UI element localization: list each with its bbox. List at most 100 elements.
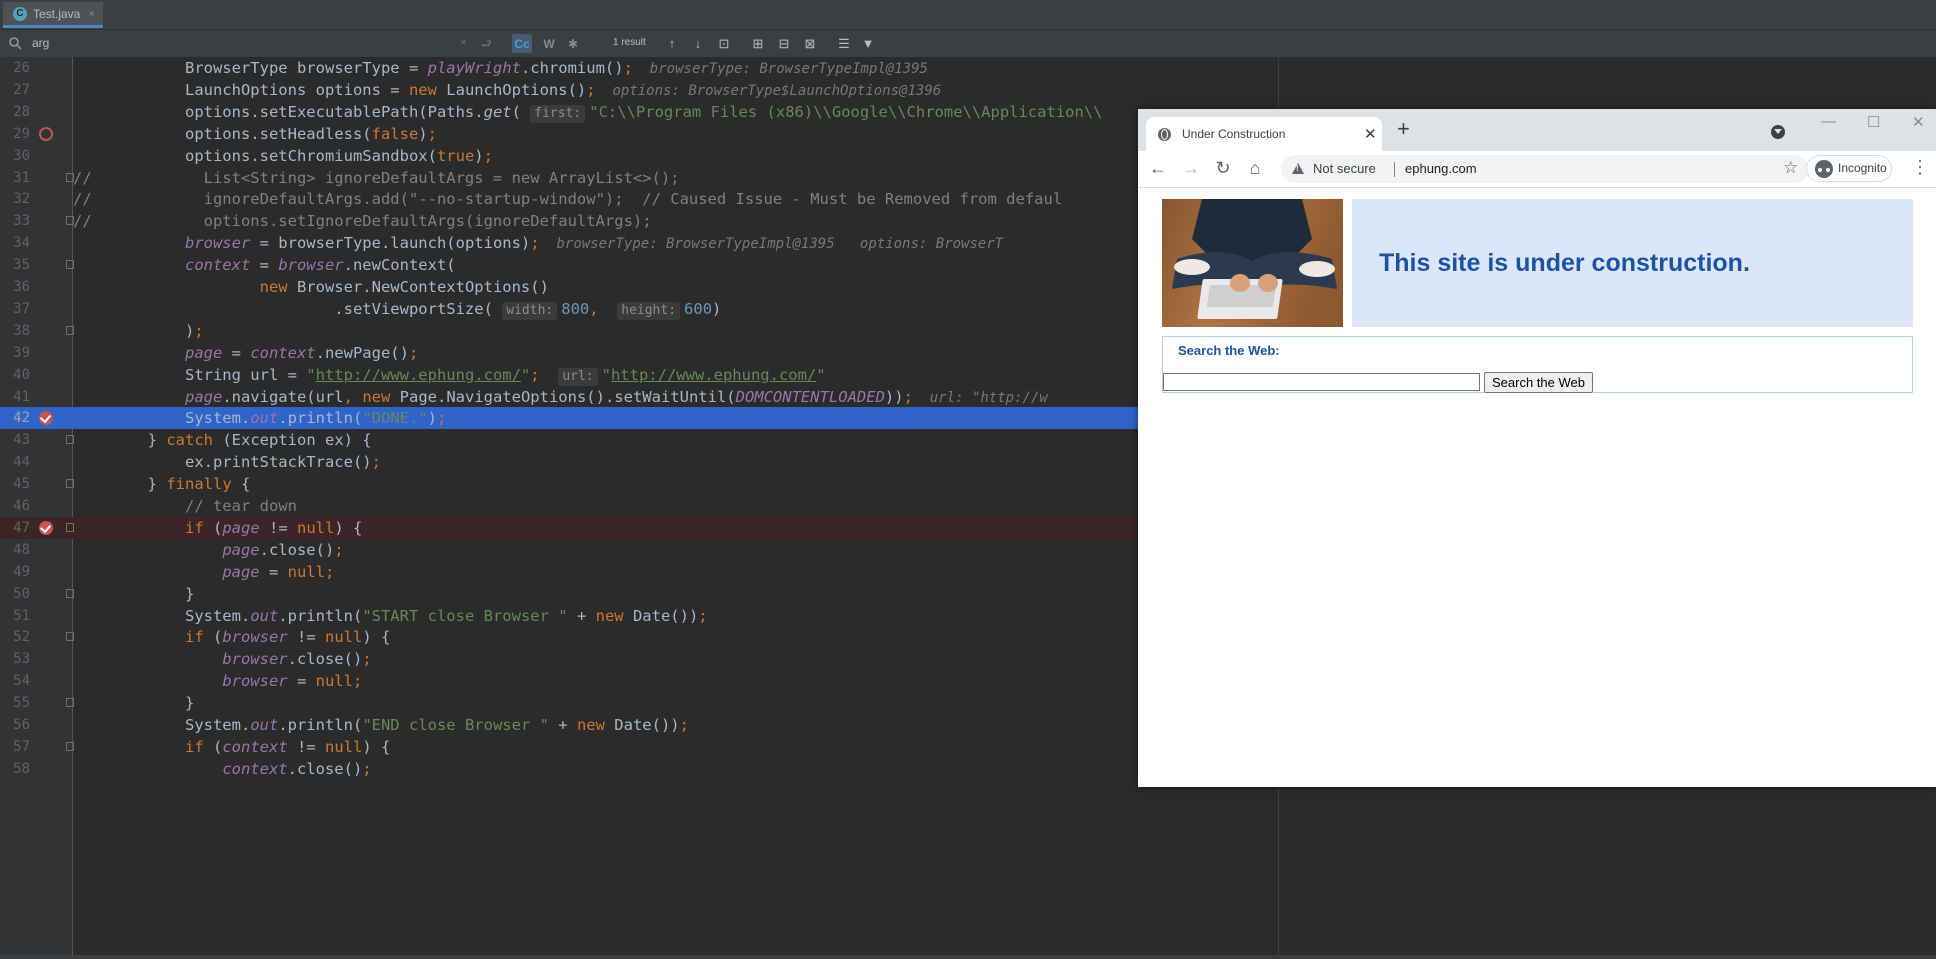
line-number: 45	[13, 476, 30, 493]
reload-button[interactable]: ↻	[1212, 157, 1234, 179]
breakpoint-icon[interactable]	[39, 126, 53, 141]
close-icon[interactable]: ×	[88, 8, 94, 20]
filter-icon[interactable]: ▼	[858, 34, 878, 53]
more-menu-icon[interactable]: ⋮	[1911, 157, 1929, 178]
page-heading: This site is under construction.	[1379, 249, 1750, 277]
address-bar[interactable]: Not secure ephung.com ☆	[1281, 155, 1809, 183]
previous-occurrence-icon[interactable]: ↑	[662, 34, 682, 53]
code-text: );	[73, 321, 204, 340]
line-number: 51	[13, 607, 30, 624]
home-button[interactable]: ⌂	[1244, 157, 1266, 179]
security-indicator[interactable]: Not secure	[1313, 161, 1376, 176]
code-text: if (browser != null) {	[184, 628, 391, 647]
editor-tab-bar: C Test.java ×	[0, 0, 1936, 30]
incognito-icon	[1815, 160, 1833, 178]
incognito-label: Incognito	[1838, 161, 1887, 175]
clear-search-icon[interactable]: ×	[460, 35, 467, 49]
search-input[interactable]	[1163, 373, 1480, 391]
code-text: browser = null;	[222, 672, 363, 691]
construction-banner: This site is under construction.	[1352, 199, 1913, 327]
browser-tab-under-construction[interactable]: Under Construction ✕	[1146, 117, 1382, 151]
search-title: Search the Web:	[1178, 343, 1280, 358]
close-tab-icon[interactable]: ✕	[1364, 125, 1377, 143]
match-case-toggle[interactable]: Cc	[512, 34, 532, 53]
breakpoint-icon[interactable]	[39, 411, 53, 426]
maximize-button[interactable]: ☐	[1867, 113, 1880, 131]
line-number: 34	[13, 235, 30, 252]
select-occurrences-icon[interactable]: ⊠	[800, 34, 820, 53]
line-number: 37	[13, 300, 30, 317]
new-line-icon[interactable]: ⮐	[481, 35, 492, 56]
address-separator	[1394, 162, 1395, 177]
line-number: 47	[13, 519, 30, 536]
back-button[interactable]: ←	[1147, 157, 1169, 179]
line-number: 35	[13, 257, 30, 274]
find-input[interactable]: arg	[32, 34, 462, 53]
select-all-occurrences-icon[interactable]: ⊡	[714, 34, 734, 53]
file-tab-test-java[interactable]: C Test.java ×	[3, 2, 103, 28]
find-bar: arg × ⮐ Cc W ✱ 1 result ↑ ↓ ⊡ ⊞ ⊟ ⊠ ☰ ▼	[0, 30, 1936, 58]
whole-words-toggle[interactable]: W	[539, 34, 559, 53]
warning-icon[interactable]	[1292, 163, 1304, 174]
line-number: 40	[13, 366, 30, 383]
code-text: }	[73, 694, 195, 713]
new-tab-button[interactable]: +	[1397, 118, 1410, 140]
code-line-26[interactable]: 26 BrowserType browserType = playWright.…	[0, 57, 1936, 79]
code-text: BrowserType browserType = playWright.chr…	[73, 59, 928, 77]
code-line-27[interactable]: 27 LaunchOptions options = new LaunchOpt…	[0, 79, 1936, 101]
line-number: 48	[13, 541, 30, 558]
close-window-button[interactable]: ✕	[1912, 113, 1925, 131]
code-text: if (context != null) {	[184, 737, 391, 756]
code-text: String url = "http://www.ephung.com/"; u…	[73, 365, 826, 386]
search-icon[interactable]	[8, 36, 24, 52]
code-text: context = browser.newContext(	[184, 256, 456, 275]
code-text: // options.setIgnoreDefaultArgs(ignoreDe…	[73, 212, 652, 231]
code-text: // List<String> ignoreDefaultArgs = new …	[73, 168, 680, 187]
line-number: 50	[13, 585, 30, 602]
regex-toggle[interactable]: ✱	[563, 34, 583, 53]
status-bar	[0, 955, 1936, 959]
address-text[interactable]: ephung.com	[1405, 161, 1477, 176]
line-number: 28	[13, 103, 30, 120]
file-tab-label: Test.java	[33, 6, 81, 21]
breakpoint-icon[interactable]	[39, 520, 53, 535]
line-number: 30	[13, 147, 30, 164]
code-text: ex.printStackTrace();	[73, 453, 381, 472]
find-result-count: 1 result	[613, 37, 646, 48]
line-number: 32	[13, 191, 30, 208]
line-number: 52	[13, 629, 30, 646]
line-number: 27	[13, 81, 30, 98]
line-number: 26	[13, 60, 30, 76]
code-text: .setViewportSize( width: 800, height: 600)	[73, 299, 722, 320]
browser-toolbar: ← → ↻ ⌂ Not secure ephung.com ☆ Incognit…	[1138, 151, 1936, 188]
line-number: 55	[13, 695, 30, 712]
code-text: page = context.newPage();	[184, 343, 419, 362]
incognito-profile-button[interactable]: Incognito	[1806, 155, 1892, 182]
code-text: browser.close();	[222, 650, 372, 669]
code-text: }	[73, 584, 195, 603]
line-number: 49	[13, 563, 30, 580]
code-text: } catch (Exception ex) {	[73, 431, 372, 450]
minimize-button[interactable]: —	[1821, 113, 1836, 130]
code-text: options.setChromiumSandbox(true);	[73, 146, 493, 165]
browser-title-bar: Under Construction ✕ + — ☐ ✕	[1138, 109, 1936, 151]
add-selection-icon[interactable]: ⊞	[748, 34, 768, 53]
remove-selection-icon[interactable]: ⊟	[774, 34, 794, 53]
code-text: page.close();	[222, 540, 344, 559]
code-text: System.out.println("DONE.");	[73, 409, 447, 428]
laptop-photo	[1162, 199, 1343, 327]
line-number: 56	[13, 717, 30, 733]
line-number: 38	[13, 322, 30, 339]
tab-search-icon[interactable]	[1771, 125, 1785, 139]
bookmark-star-icon[interactable]: ☆	[1783, 158, 1798, 178]
line-number: 58	[13, 760, 30, 777]
line-number: 36	[13, 279, 30, 295]
line-number: 29	[13, 125, 30, 142]
search-web-button[interactable]: Search the Web	[1484, 372, 1593, 393]
line-number: 46	[13, 498, 30, 514]
forward-button[interactable]: →	[1180, 157, 1202, 179]
next-occurrence-icon[interactable]: ↓	[688, 34, 708, 53]
web-search-box: Search the Web: Search the Web	[1162, 336, 1913, 393]
page-viewport: This site is under construction. Search …	[1138, 188, 1936, 787]
filter-search-results-icon[interactable]: ☰	[834, 34, 854, 53]
